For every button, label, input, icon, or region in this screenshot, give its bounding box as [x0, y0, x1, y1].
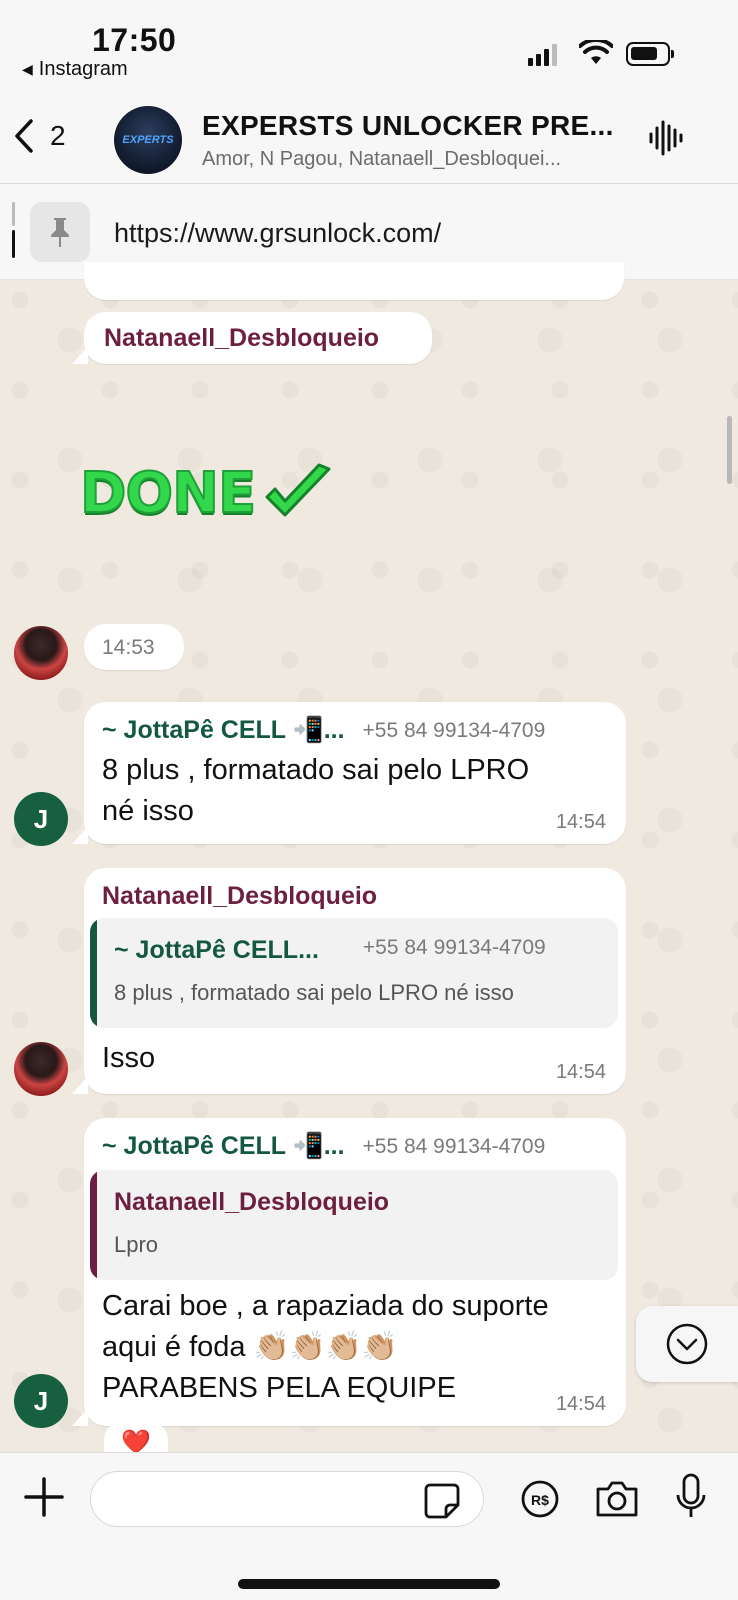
- home-indicator[interactable]: [238, 1579, 500, 1589]
- pin-icon: [30, 202, 90, 262]
- sender-phone[interactable]: +55 84 99134-4709: [363, 719, 546, 743]
- sticker-time-bubble: 14:53: [84, 624, 184, 670]
- avatar[interactable]: J: [14, 1374, 68, 1428]
- message-time: 14:54: [555, 1061, 606, 1083]
- cellular-signal-icon: [528, 42, 557, 66]
- back-app-label: Instagram: [38, 58, 128, 80]
- quoted-message[interactable]: Natanaell_Desbloqueio Lpro: [90, 1170, 618, 1280]
- pinned-url[interactable]: https://www.grsunlock.com/: [114, 218, 441, 249]
- message-bubble: ~ JottaPê CELL 📲... +55 84 99134-4709 Na…: [72, 1118, 626, 1426]
- message-time: 14:53: [102, 636, 155, 659]
- chat-header: 2 EXPERTS EXPERSTS UNLOCKER PRE... Amor,…: [0, 92, 738, 184]
- scrollbar[interactable]: [727, 416, 732, 484]
- back-triangle-icon: ◀: [22, 61, 33, 77]
- voice-wave-icon[interactable]: [648, 118, 684, 158]
- done-sticker[interactable]: DONE: [79, 460, 333, 527]
- group-avatar-logo: EXPERTS: [122, 134, 174, 146]
- status-time: 17:50: [92, 22, 177, 58]
- status-bar: 17:50 ◀ Instagram: [0, 0, 738, 92]
- back-to-app-link[interactable]: ◀ Instagram: [22, 58, 128, 81]
- sender-name[interactable]: ~ JottaPê CELL 📲...: [102, 716, 345, 745]
- mic-icon[interactable]: [676, 1473, 706, 1521]
- sender-name[interactable]: Natanaell_Desbloqueio: [102, 882, 377, 911]
- input-bar: R$: [0, 1452, 738, 1600]
- sender-name[interactable]: ~ JottaPê CELL 📲...: [102, 1132, 345, 1161]
- quote-text: Lpro: [114, 1232, 159, 1257]
- quoted-message[interactable]: ~ JottaPê CELL... +55 84 99134-4709 8 pl…: [90, 918, 618, 1028]
- scroll-to-bottom-button[interactable]: [636, 1306, 738, 1382]
- group-avatar[interactable]: EXPERTS: [114, 106, 182, 174]
- checkmark-icon: [265, 463, 331, 517]
- sticker-text: DONE: [79, 460, 257, 527]
- message-line: né isso: [102, 795, 194, 827]
- svg-text:R$: R$: [531, 1492, 549, 1508]
- message-text: Carai boe , a rapaziada do suporte aqui …: [102, 1286, 612, 1409]
- quote-sender: Natanaell_Desbloqueio: [114, 1188, 390, 1216]
- message-bubble: Natanaell_Desbloqueio ~ JottaPê CELL... …: [72, 868, 626, 1094]
- quote-text: 8 plus , formatado sai pelo LPRO né isso: [114, 980, 514, 1005]
- message-time: 14:54: [555, 811, 606, 833]
- sender-phone[interactable]: +55 84 99134-4709: [363, 1135, 546, 1159]
- message-text: Isso: [102, 1042, 156, 1074]
- sender-label-bubble: Natanaell_Desbloqueio: [72, 312, 432, 364]
- message-line: aqui é foda 👏🏼👏🏼👏🏼👏🏼: [102, 1331, 399, 1363]
- quote-sender: ~ JottaPê CELL...: [114, 936, 319, 964]
- quote-bar: [90, 918, 97, 1028]
- avatar[interactable]: J: [14, 792, 68, 846]
- plus-icon[interactable]: [22, 1475, 66, 1519]
- message-line: PARABENS PELA EQUIPE: [102, 1372, 457, 1404]
- avatar[interactable]: [14, 1042, 68, 1096]
- message-bubble: ~ JottaPê CELL 📲... +55 84 99134-4709 8 …: [72, 702, 626, 844]
- sender-name[interactable]: Natanaell_Desbloqueio: [104, 324, 379, 353]
- message-line: Carai boe , a rapaziada do suporte: [102, 1290, 549, 1322]
- message-line: 8 plus , formatado sai pelo LPRO: [102, 754, 530, 786]
- payment-icon[interactable]: R$: [520, 1479, 560, 1519]
- avatar[interactable]: [14, 626, 68, 680]
- sticker-icon[interactable]: [424, 1483, 460, 1519]
- group-title[interactable]: EXPERSTS UNLOCKER PRE...: [202, 110, 614, 142]
- group-members[interactable]: Amor, N Pagou, Natanaell_Desbloquei...: [202, 148, 561, 171]
- quote-phone: +55 84 99134-4709: [362, 936, 546, 959]
- wifi-icon: [579, 40, 613, 64]
- unread-count: 2: [50, 120, 66, 151]
- message-time: 14:54: [555, 1393, 606, 1415]
- message-text: 8 plus , formatado sai pelo LPRO né isso: [102, 750, 612, 832]
- avatar-initial: J: [33, 803, 49, 834]
- avatar-initial: J: [33, 1385, 49, 1416]
- previous-message-bubble: [84, 262, 624, 300]
- back-chevron-icon: [15, 119, 33, 153]
- camera-icon[interactable]: [594, 1479, 640, 1519]
- back-button[interactable]: 2: [14, 118, 66, 154]
- quote-bar: [90, 1170, 97, 1280]
- pinned-indicator: [12, 202, 15, 262]
- battery-icon: [626, 42, 674, 66]
- chevron-down-icon: [666, 1323, 708, 1365]
